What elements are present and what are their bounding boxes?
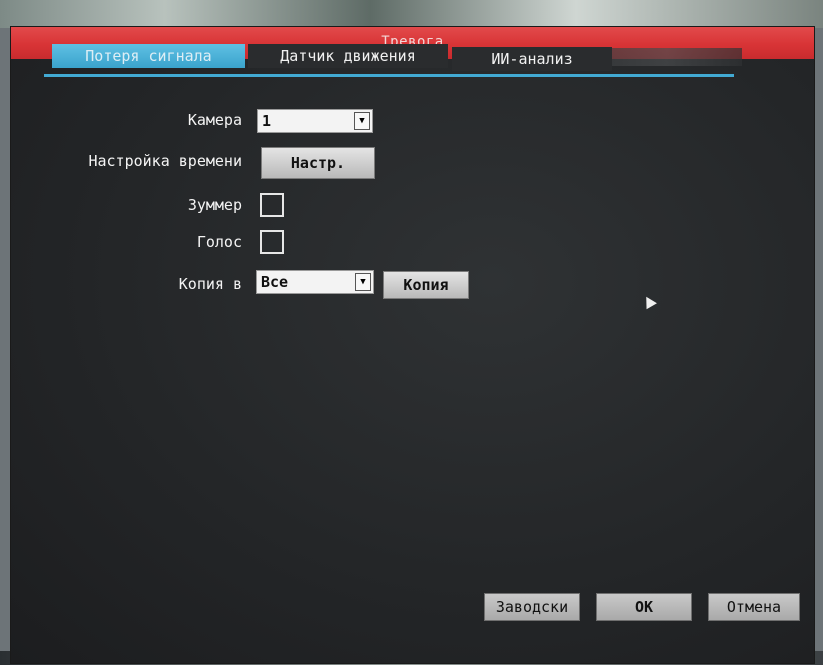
tab-motion-detection[interactable]: Датчик движения xyxy=(248,44,448,68)
tab-underline xyxy=(44,74,734,77)
camera-select-value: 1 xyxy=(262,112,272,130)
tab-signal-loss[interactable]: Потеря сигнала xyxy=(52,44,245,68)
voice-label: Голос xyxy=(196,233,242,251)
cancel-button[interactable]: Отмена xyxy=(708,593,800,621)
chevron-down-icon[interactable]: ▼ xyxy=(355,273,371,291)
voice-checkbox[interactable] xyxy=(260,230,284,254)
time-setting-button[interactable]: Настр. xyxy=(261,147,375,179)
time-setting-label: Настройка времени xyxy=(88,152,242,170)
camera-label: Камера xyxy=(187,111,242,129)
buzzer-label: Зуммер xyxy=(187,196,242,214)
copy-to-select-value: Все xyxy=(261,273,289,291)
chevron-down-icon[interactable]: ▼ xyxy=(354,112,370,130)
copy-to-select[interactable]: Все ▼ xyxy=(256,270,374,294)
background-scene xyxy=(0,0,823,28)
copy-button[interactable]: Копия xyxy=(383,271,469,299)
camera-select[interactable]: 1 ▼ xyxy=(257,109,373,133)
tab-bar-empty-area xyxy=(592,48,742,66)
buzzer-checkbox[interactable] xyxy=(260,193,284,217)
tab-ai-analysis[interactable]: ИИ-анализ xyxy=(452,47,612,71)
copy-to-label: Копия в xyxy=(178,275,242,293)
ok-button[interactable]: OK xyxy=(596,593,692,621)
factory-defaults-button[interactable]: Заводски xyxy=(484,593,580,621)
